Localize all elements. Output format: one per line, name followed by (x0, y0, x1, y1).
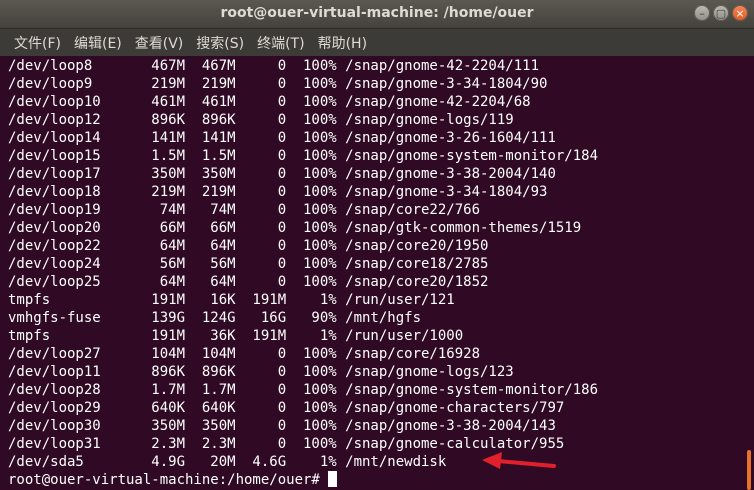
output-line-newdisk: /dev/sda5 4.9G 20M 4.6G 1% /mnt/newdisk (8, 454, 447, 470)
close-icon[interactable]: × (732, 5, 748, 21)
minimize-icon[interactable]: – (694, 5, 710, 21)
output-line: tmpfs 191M 16K 191M 1% /run/user/121 (8, 292, 455, 308)
window-title: root@ouer-virtual-machine: /home/ouer (220, 5, 534, 21)
text-cursor (328, 471, 338, 487)
menu-bar: 文件(F) 编辑(E) 查看(V) 搜索(S) 终端(T) 帮助(H) (0, 29, 754, 56)
output-line: vmhgfs-fuse 139G 124G 16G 90% /mnt/hgfs (8, 310, 422, 326)
window-controls: – ▢ × (694, 5, 748, 21)
terminal-output[interactable]: /dev/loop8 467M 467M 0 100% /snap/gnome-… (8, 57, 742, 490)
menu-help[interactable]: 帮助(H) (318, 33, 367, 53)
scrollbar-thumb[interactable] (747, 450, 751, 490)
menu-search[interactable]: 搜索(S) (196, 33, 244, 53)
menu-file[interactable]: 文件(F) (14, 33, 61, 53)
red-arrow-icon (482, 452, 556, 469)
prompt-line[interactable]: root@ouer-virtual-machine:/home/ouer# (8, 471, 742, 489)
output-line: /dev/loop18 219M 219M 0 100% /snap/gnome… (8, 184, 548, 200)
output-line: /dev/loop30 350M 350M 0 100% /snap/gnome… (8, 418, 556, 434)
output-line: /dev/loop24 56M 56M 0 100% /snap/core18/… (8, 256, 489, 272)
output-line: /dev/loop8 467M 467M 0 100% /snap/gnome-… (8, 58, 540, 74)
output-line: /dev/loop12 896K 896K 0 100% /snap/gnome… (8, 112, 514, 128)
prompt-text: root@ouer-virtual-machine:/home/ouer# (8, 472, 329, 488)
output-line: tmpfs 191M 36K 191M 1% /run/user/1000 (8, 328, 464, 344)
output-line: /dev/loop10 461M 461M 0 100% /snap/gnome… (8, 94, 531, 110)
menu-terminal[interactable]: 终端(T) (257, 33, 304, 53)
terminal-window: root@ouer-virtual-machine: /home/ouer – … (0, 0, 754, 490)
output-line: /dev/loop19 74M 74M 0 100% /snap/core22/… (8, 202, 481, 218)
menu-view[interactable]: 查看(V) (135, 33, 184, 53)
output-line: /dev/loop11 896K 896K 0 100% /snap/gnome… (8, 364, 514, 380)
output-line: /dev/loop31 2.3M 2.3M 0 100% /snap/gnome… (8, 436, 565, 452)
output-line: /dev/loop22 64M 64M 0 100% /snap/core20/… (8, 238, 489, 254)
maximize-icon[interactable]: ▢ (713, 5, 729, 21)
output-line: /dev/loop27 104M 104M 0 100% /snap/core/… (8, 346, 481, 362)
output-line: /dev/loop20 66M 66M 0 100% /snap/gtk-com… (8, 220, 582, 236)
output-line: /dev/loop17 350M 350M 0 100% /snap/gnome… (8, 166, 556, 182)
output-line: /dev/loop29 640K 640K 0 100% /snap/gnome… (8, 400, 565, 416)
output-line: /dev/loop14 141M 141M 0 100% /snap/gnome… (8, 130, 556, 146)
output-line: /dev/loop25 64M 64M 0 100% /snap/core20/… (8, 274, 489, 290)
output-line: /dev/loop9 219M 219M 0 100% /snap/gnome-… (8, 76, 548, 92)
menu-edit[interactable]: 编辑(E) (74, 33, 122, 53)
scrollbar[interactable] (745, 57, 751, 490)
output-line: /dev/loop15 1.5M 1.5M 0 100% /snap/gnome… (8, 148, 599, 164)
title-bar[interactable]: root@ouer-virtual-machine: /home/ouer – … (0, 0, 754, 29)
output-line: /dev/loop28 1.7M 1.7M 0 100% /snap/gnome… (8, 382, 599, 398)
